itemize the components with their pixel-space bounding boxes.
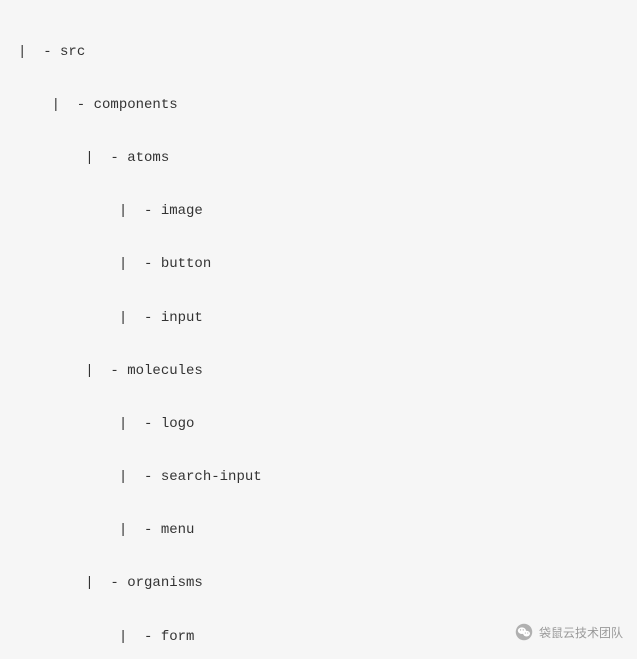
wechat-icon: [515, 623, 533, 641]
tree-line: | - organisms: [18, 570, 619, 597]
item-button: button: [161, 256, 211, 272]
tree-line: | - components: [18, 92, 619, 119]
item-image: image: [161, 203, 203, 219]
item-form: form: [161, 629, 195, 645]
tree-line: | - search-input: [18, 464, 619, 491]
item-input: input: [161, 310, 203, 326]
tree-line: | - molecules: [18, 358, 619, 385]
item-logo: logo: [161, 416, 195, 432]
tree-line: | - image: [18, 198, 619, 225]
file-tree: | - src | - components | - atoms | - ima…: [0, 0, 637, 659]
tree-line: | - menu: [18, 517, 619, 544]
dir-components: components: [94, 97, 178, 113]
item-search-input: search-input: [161, 469, 262, 485]
watermark: 袋鼠云技术团队: [515, 623, 623, 641]
dir-molecules: molecules: [127, 363, 203, 379]
dir-organisms: organisms: [127, 575, 203, 591]
item-menu: menu: [161, 522, 195, 538]
tree-line: | - button: [18, 251, 619, 278]
tree-line: | - logo: [18, 411, 619, 438]
dir-src: src: [60, 44, 85, 60]
tree-line: | - atoms: [18, 145, 619, 172]
watermark-text: 袋鼠云技术团队: [539, 624, 623, 641]
dir-atoms: atoms: [127, 150, 169, 166]
tree-line-root: | - src: [18, 39, 619, 66]
tree-line: | - input: [18, 305, 619, 332]
